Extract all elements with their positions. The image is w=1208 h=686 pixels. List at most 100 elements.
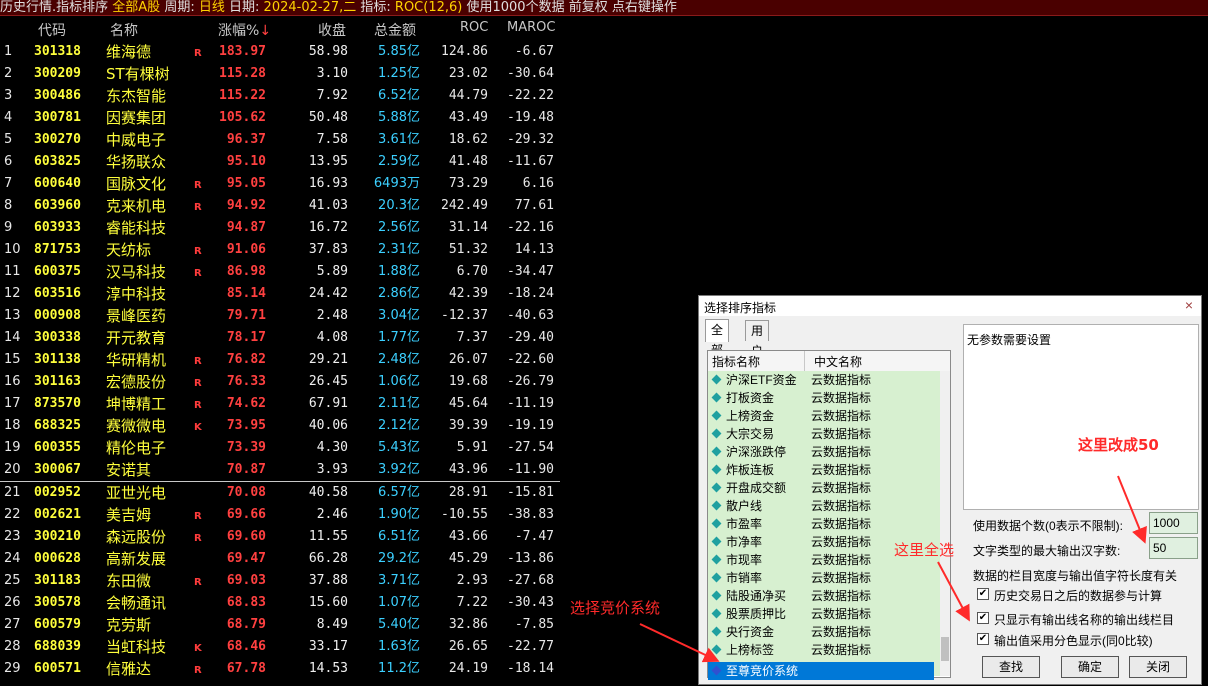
- indicator-list[interactable]: 指标名称 中文名称 沪深ETF资金 云数据指标 打板资金 云数据指标 上榜资金 云数据指标…: [707, 350, 951, 678]
- table-row[interactable]: 17 873570 坤博精工 R 74.62 67.91 2.11亿 45.64 -11.19: [0, 393, 560, 415]
- table-row[interactable]: 2 300209 ST有棵树 115.28 3.10 1.25亿 23.02 -30.64: [0, 63, 560, 85]
- table-row[interactable]: 9 603933 睿能科技 94.87 16.72 2.56亿 31.14 -22.16: [0, 217, 560, 239]
- annotation-change-50: 这里改成50: [1078, 436, 1159, 454]
- indicator-cn-name: 云数据指标: [811, 391, 872, 405]
- table-row[interactable]: 13 000908 景峰医药 79.71 2.48 3.04亿 -12.37 -40.63: [0, 305, 560, 327]
- table-row[interactable]: 19 600355 精伦电子 73.39 4.30 5.43亿 5.91 -27.54: [0, 437, 560, 459]
- indicator-value[interactable]: ROC(12,6): [395, 0, 462, 15]
- table-row[interactable]: 12 603516 淳中科技 85.14 24.42 2.86亿 42.39 -18.24: [0, 283, 560, 305]
- total-amount: 2.59亿: [378, 154, 420, 169]
- indicator-list-item[interactable]: 炸板连板 云数据指标: [708, 461, 940, 479]
- indicator-cn-name: 云数据指标: [811, 535, 872, 549]
- header-name[interactable]: 名称: [110, 20, 138, 40]
- change-percent: 68.46: [226, 639, 266, 654]
- indicator-list-item[interactable]: 沪深涨跌停 云数据指标: [708, 443, 940, 461]
- stock-code: 000908: [34, 308, 81, 323]
- table-row[interactable]: 3 300486 东杰智能 115.22 7.92 6.52亿 44.79 -22.22: [0, 85, 560, 107]
- indicator-list-item[interactable]: 沪深ETF资金 云数据指标: [708, 371, 940, 389]
- indicator-list-item[interactable]: 市销率 云数据指标: [708, 569, 940, 587]
- checkbox-named-lines[interactable]: ✔: [977, 612, 989, 624]
- find-button[interactable]: 查找: [982, 656, 1040, 678]
- roc-value: 45.29: [448, 551, 488, 566]
- table-row[interactable]: 26 300578 会畅通讯 68.83 15.60 1.07亿 7.22 -30.43: [0, 592, 560, 614]
- market-filter[interactable]: 全部A股: [112, 0, 160, 15]
- table-row[interactable]: 28 688039 当虹科技 K 68.46 33.17 1.63亿 26.65 -22.77: [0, 636, 560, 658]
- stock-code: 300338: [34, 330, 81, 345]
- indicator-name: 大宗交易: [726, 427, 775, 441]
- table-row[interactable]: 1 301318 维海德 R 183.97 58.98 5.85亿 124.86 -6.67: [0, 41, 560, 63]
- indicator-list-item[interactable]: 市盈率 云数据指标: [708, 515, 940, 533]
- table-row[interactable]: 20 300067 安诺其 70.87 3.93 3.92亿 43.96 -11.90: [0, 459, 560, 482]
- table-row[interactable]: 22 002621 美吉姆 R 69.66 2.46 1.90亿 -10.55 -38.83: [0, 504, 560, 526]
- date-value[interactable]: 2024-02-27,二: [264, 0, 357, 15]
- indicator-list-item[interactable]: 央行资金 云数据指标: [708, 623, 940, 641]
- checkbox-history-calc[interactable]: ✔: [977, 588, 989, 600]
- table-row[interactable]: 27 600579 克劳斯 68.79 8.49 5.40亿 32.86 -7.85: [0, 614, 560, 636]
- header-maroc[interactable]: MAROC: [507, 20, 555, 35]
- tab-user[interactable]: 用户: [745, 320, 770, 358]
- table-row[interactable]: 18 688325 赛微微电 K 73.95 40.06 2.12亿 39.39 -19.19: [0, 415, 560, 437]
- table-row[interactable]: 4 300781 因赛集团 105.62 50.48 5.88亿 43.49 -19.48: [0, 107, 560, 129]
- maroc-value: -11.19: [507, 396, 554, 411]
- header-roc[interactable]: ROC: [460, 20, 488, 35]
- close-price: 40.06: [308, 418, 348, 433]
- header-close[interactable]: 收盘: [318, 20, 346, 40]
- list-header-cn[interactable]: 中文名称: [814, 353, 862, 370]
- indicator-list-item[interactable]: 上榜资金 云数据指标: [708, 407, 940, 425]
- total-amount: 29.2亿: [378, 551, 420, 566]
- indicator-list-item[interactable]: 陆股通净买 云数据指标: [708, 587, 940, 605]
- tab-all[interactable]: 全部: [705, 319, 730, 357]
- list-scrollbar[interactable]: [940, 371, 950, 676]
- stock-name: 开元教育: [106, 329, 167, 347]
- table-row[interactable]: 25 301183 东田微 R 69.03 37.88 3.71亿 2.93 -27.68: [0, 570, 560, 592]
- scrollbar-thumb[interactable]: [941, 637, 949, 661]
- data-note: 使用1000个数据 前复权 点右键操作: [466, 0, 677, 15]
- header-amount[interactable]: 总金额: [374, 20, 416, 40]
- close-price: 11.55: [308, 529, 348, 544]
- indicator-list-item[interactable]: 上榜标签 云数据指标: [708, 641, 940, 659]
- max-chars-input[interactable]: 50: [1149, 537, 1198, 559]
- indicator-diamond-icon: [711, 446, 722, 457]
- table-row[interactable]: 11 600375 汉马科技 R 86.98 5.89 1.88亿 6.70 -34.47: [0, 261, 560, 283]
- close-price: 16.93: [308, 176, 348, 191]
- stock-code: 300486: [34, 88, 81, 103]
- dialog-titlebar[interactable]: 选择排序指标 ×: [699, 296, 1201, 316]
- table-row[interactable]: 8 603960 克来机电 R 94.92 41.03 20.3亿 242.49 77.61: [0, 195, 560, 217]
- close-button[interactable]: 关闭: [1129, 656, 1187, 678]
- table-row[interactable]: 29 600571 信雅达 R 67.78 14.53 11.2亿 24.19 -18.14: [0, 658, 560, 680]
- table-row[interactable]: 16 301163 宏德股份 R 76.33 26.45 1.06亿 19.68 -26.79: [0, 371, 560, 393]
- ok-button[interactable]: 确定: [1061, 656, 1119, 678]
- close-icon[interactable]: ×: [1181, 297, 1197, 313]
- indicator-list-item[interactable]: 股票质押比 云数据指标: [708, 605, 940, 623]
- period-value[interactable]: 日线: [199, 0, 225, 15]
- list-header-name[interactable]: 指标名称: [712, 353, 760, 370]
- table-row[interactable]: 14 300338 开元教育 78.17 4.08 1.77亿 7.37 -29.40: [0, 327, 560, 349]
- data-count-input[interactable]: 1000: [1149, 512, 1198, 534]
- indicator-list-item[interactable]: 打板资金 云数据指标: [708, 389, 940, 407]
- table-row[interactable]: 7 600640 国脉文化 R 95.05 16.93 6493万 73.29 6.16: [0, 173, 560, 195]
- table-row[interactable]: 5 300270 中威电子 96.37 7.58 3.61亿 18.62 -29.32: [0, 129, 560, 151]
- table-row[interactable]: 15 301138 华研精机 R 76.82 29.21 2.48亿 26.07 -22.60: [0, 349, 560, 371]
- column-divider[interactable]: [804, 351, 805, 371]
- selected-indicator-item[interactable]: 至尊竞价系统: [708, 662, 934, 680]
- row-index: 12: [4, 286, 21, 301]
- row-index: 24: [4, 551, 21, 566]
- close-price: 2.48: [316, 308, 348, 323]
- indicator-name: 股票质押比: [726, 607, 787, 621]
- header-pct[interactable]: 涨幅%↓: [218, 20, 271, 40]
- table-row[interactable]: 21 002952 亚世光电 70.08 40.58 6.57亿 28.91 -15.81: [0, 482, 560, 504]
- table-row[interactable]: 6 603825 华扬联众 95.10 13.95 2.59亿 41.48 -11.67: [0, 151, 560, 173]
- indicator-diamond-icon: [711, 608, 722, 619]
- table-row[interactable]: 24 000628 高新发展 69.47 66.28 29.2亿 45.29 -13.86: [0, 548, 560, 570]
- indicator-list-item[interactable]: 大宗交易 云数据指标: [708, 425, 940, 443]
- table-row[interactable]: 10 871753 天纺标 R 91.06 37.83 2.31亿 51.32 14.13: [0, 239, 560, 261]
- roc-value: 242.49: [441, 198, 488, 213]
- change-percent: 94.87: [226, 220, 266, 235]
- checkbox-color-output[interactable]: ✔: [977, 633, 989, 645]
- indicator-list-item[interactable]: 开盘成交额 云数据指标: [708, 479, 940, 497]
- indicator-list-item[interactable]: 散户线 云数据指标: [708, 497, 940, 515]
- table-row[interactable]: 23 300210 森远股份 R 69.60 11.55 6.51亿 43.66 -7.47: [0, 526, 560, 548]
- indicator-name: 散户线: [726, 499, 763, 513]
- row-index: 27: [4, 617, 21, 632]
- header-code[interactable]: 代码: [38, 20, 66, 40]
